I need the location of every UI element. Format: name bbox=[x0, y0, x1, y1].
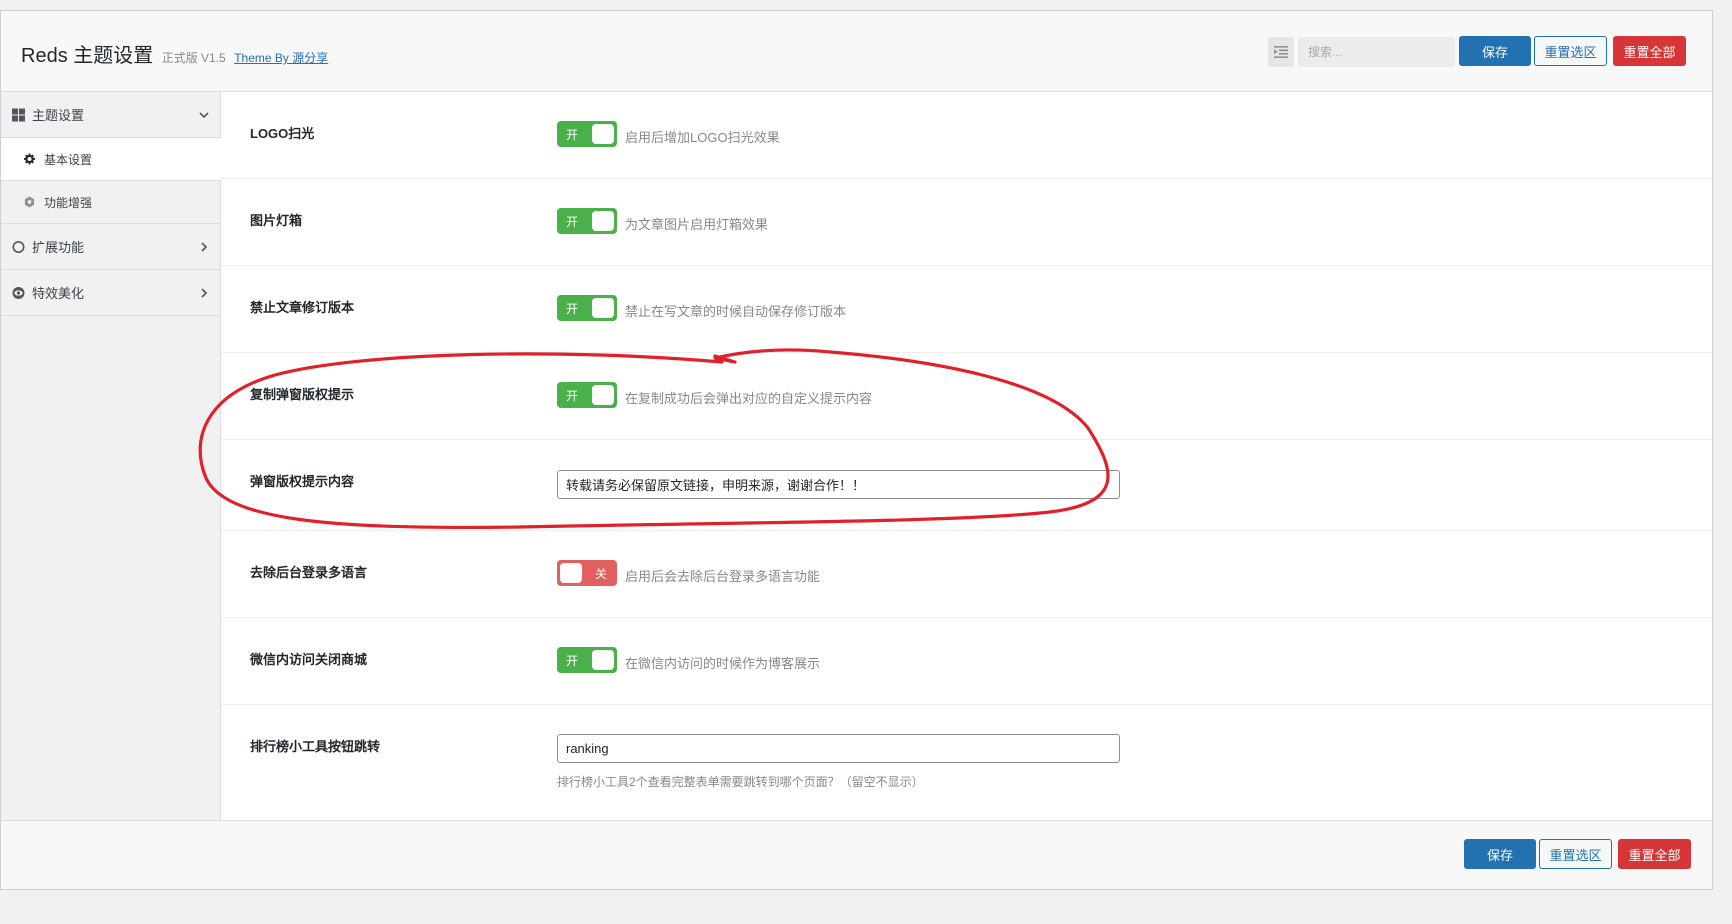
field-description: 启用后增加LOGO扫光效果 bbox=[625, 130, 780, 145]
options-panel: Reds 主题设置 正式版 V1.5 Theme By 源分享 保存 重置选区 … bbox=[0, 10, 1713, 890]
footer-save-button[interactable]: 保存 bbox=[1464, 839, 1536, 869]
chevron-right-icon bbox=[201, 241, 208, 252]
field-description: 为文章图片启用灯箱效果 bbox=[625, 217, 769, 232]
switch-state: 开 bbox=[566, 128, 579, 142]
footer-reset-all-button[interactable]: 重置全部 bbox=[1618, 839, 1691, 869]
nav-item-feature-enhance[interactable]: 功能增强 bbox=[1, 181, 220, 224]
header-bar: Reds 主题设置 正式版 V1.5 Theme By 源分享 保存 重置选区 … bbox=[1, 11, 1712, 92]
switch-toggle[interactable]: 开 bbox=[557, 382, 617, 408]
search-input[interactable] bbox=[1298, 37, 1455, 67]
field-label: 去除后台登录多语言 bbox=[250, 565, 368, 580]
field-label: 微信内访问关闭商城 bbox=[250, 652, 368, 667]
field-row-wechat-shop: 微信内访问关闭商城 开 在微信内访问的时候作为博客展示 bbox=[221, 618, 1712, 705]
switch-knob bbox=[592, 124, 614, 144]
save-button[interactable]: 保存 bbox=[1459, 36, 1531, 66]
switch-state: 开 bbox=[566, 654, 579, 668]
switch-toggle[interactable]: 关 bbox=[557, 560, 617, 586]
field-description: 禁止在写文章的时候自动保存修订版本 bbox=[625, 304, 847, 319]
page-title: Reds 主题设置 bbox=[21, 45, 154, 67]
field-row-copy-notice: 复制弹窗版权提示 开 在复制成功后会弹出对应的自定义提示内容 bbox=[221, 353, 1712, 440]
edition-label: 正式版 V1.5 bbox=[161, 51, 226, 65]
switch-knob bbox=[592, 650, 614, 670]
field-row-revisions: 禁止文章修订版本 开 禁止在写文章的时候自动保存修订版本 bbox=[221, 266, 1712, 353]
nav-item-label: 基本设置 bbox=[44, 152, 93, 167]
chevron-right-icon bbox=[201, 287, 208, 298]
field-row-copy-notice-content: 弹窗版权提示内容 bbox=[221, 440, 1712, 531]
indent-icon bbox=[1274, 46, 1288, 58]
footer-reset-section-button[interactable]: 重置选区 bbox=[1539, 839, 1612, 869]
footer-bar: 保存 重置选区 重置全部 bbox=[1, 820, 1712, 889]
expand-all-button[interactable] bbox=[1268, 37, 1294, 67]
field-description: 在微信内访问的时候作为博客展示 bbox=[625, 656, 821, 671]
field-label: 图片灯箱 bbox=[250, 213, 303, 228]
nav-group-effects[interactable]: 特效美化 bbox=[1, 270, 220, 316]
switch-knob bbox=[560, 563, 582, 583]
switch-state: 开 bbox=[566, 215, 579, 229]
theme-author-link[interactable]: Theme By 源分享 bbox=[234, 51, 328, 65]
switch-toggle[interactable]: 开 bbox=[557, 647, 617, 673]
nav-group-theme-settings[interactable]: 主题设置 bbox=[1, 92, 220, 138]
field-label: 复制弹窗版权提示 bbox=[250, 387, 355, 402]
field-label: 禁止文章修订版本 bbox=[250, 300, 355, 315]
nav-group-label: 扩展功能 bbox=[32, 240, 85, 255]
field-row-logo-sweep: LOGO扫光 开 启用后增加LOGO扫光效果 bbox=[221, 92, 1712, 179]
switch-knob bbox=[592, 298, 614, 318]
field-label: 排行榜小工具按钮跳转 bbox=[250, 739, 381, 754]
ranking-page-input[interactable] bbox=[557, 734, 1120, 763]
switch-state: 开 bbox=[566, 302, 579, 316]
switch-state: 关 bbox=[594, 567, 607, 581]
reset-all-button[interactable]: 重置全部 bbox=[1613, 36, 1686, 66]
field-row-lightbox: 图片灯箱 开 为文章图片启用灯箱效果 bbox=[221, 179, 1712, 266]
field-help-text: 排行榜小工具2个查看完整表单需要跳转到哪个页面？（留空不显示） bbox=[557, 775, 924, 789]
field-description: 启用后会去除后台登录多语言功能 bbox=[625, 569, 821, 584]
sidebar-nav: 主题设置 基本设置 功能增强 扩展功能 特效美化 bbox=[1, 92, 221, 820]
nav-group-label: 主题设置 bbox=[32, 108, 85, 123]
hexagon-icon bbox=[24, 196, 35, 208]
switch-toggle[interactable]: 开 bbox=[557, 121, 617, 147]
field-row-login-language: 去除后台登录多语言 关 启用后会去除后台登录多语言功能 bbox=[221, 531, 1712, 618]
field-label: LOGO扫光 bbox=[250, 126, 315, 141]
field-row-ranking-jump: 排行榜小工具按钮跳转 排行榜小工具2个查看完整表单需要跳转到哪个页面？（留空不显… bbox=[221, 705, 1712, 820]
field-label: 弹窗版权提示内容 bbox=[250, 474, 355, 489]
grid-icon bbox=[12, 108, 25, 121]
chevron-down-icon bbox=[199, 111, 209, 118]
gear-icon bbox=[24, 153, 35, 165]
circle-icon bbox=[12, 240, 25, 253]
brand: Reds 主题设置 正式版 V1.5 Theme By 源分享 bbox=[21, 39, 328, 68]
field-description: 在复制成功后会弹出对应的自定义提示内容 bbox=[625, 391, 873, 406]
nav-item-basic-settings[interactable]: 基本设置 bbox=[1, 138, 221, 181]
nav-group-extensions[interactable]: 扩展功能 bbox=[1, 224, 220, 270]
switch-toggle[interactable]: 开 bbox=[557, 208, 617, 234]
eye-icon bbox=[12, 286, 25, 299]
nav-group-label: 特效美化 bbox=[32, 286, 85, 301]
switch-knob bbox=[592, 385, 614, 405]
switch-state: 开 bbox=[566, 389, 579, 403]
copy-notice-text-input[interactable] bbox=[557, 470, 1120, 499]
settings-content: LOGO扫光 开 启用后增加LOGO扫光效果 图片灯箱 开 为文章图片启用灯箱效… bbox=[221, 92, 1712, 820]
nav-item-label: 功能增强 bbox=[44, 195, 93, 210]
switch-knob bbox=[592, 211, 614, 231]
reset-section-button[interactable]: 重置选区 bbox=[1534, 36, 1607, 66]
switch-toggle[interactable]: 开 bbox=[557, 295, 617, 321]
